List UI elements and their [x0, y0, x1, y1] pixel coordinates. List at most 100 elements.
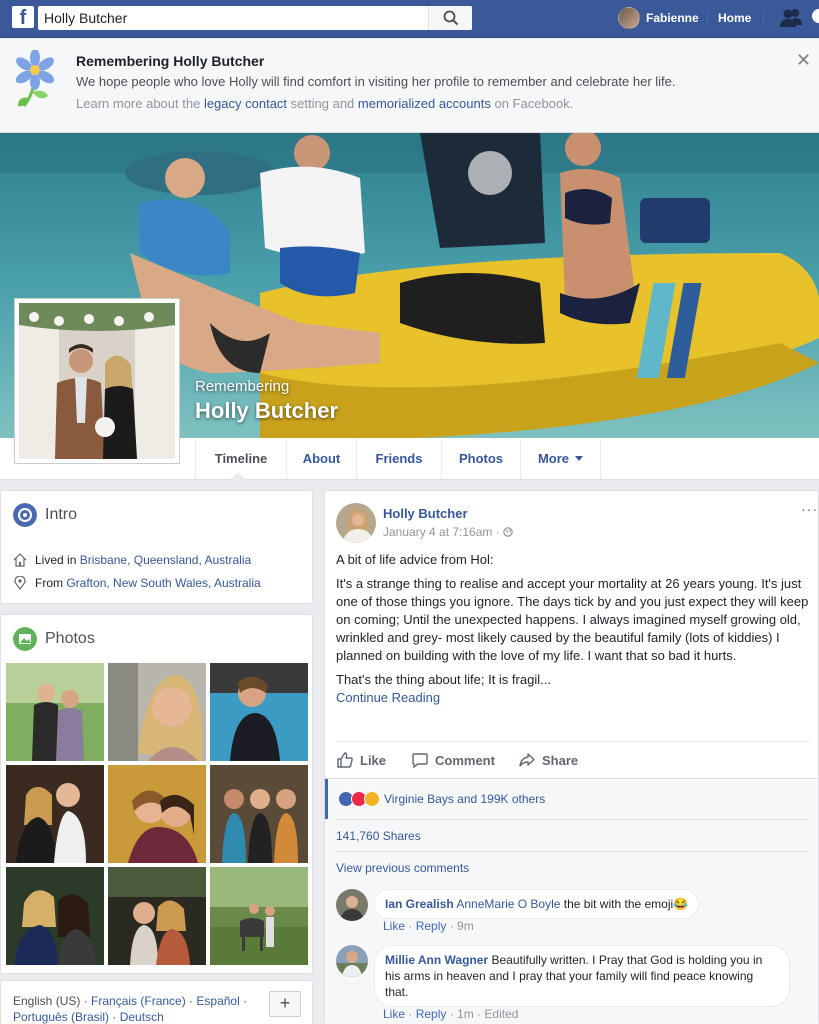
comment-reply-link[interactable]: Reply	[416, 1007, 447, 1021]
divider	[707, 10, 708, 26]
photo-thumbnail[interactable]	[210, 867, 308, 965]
view-previous-comments-link[interactable]: View previous comments	[336, 861, 469, 875]
avatar[interactable]	[336, 945, 368, 977]
comment-bubble: Ian Grealish AnneMarie O Boyle the bit w…	[374, 889, 700, 919]
shares-count-link[interactable]: 141,760 Shares	[336, 829, 421, 843]
commenter-name-link[interactable]: Ian Grealish	[385, 897, 454, 911]
learn-suffix: on Facebook.	[494, 96, 574, 111]
memorialized-accounts-link[interactable]: memorialized accounts	[358, 96, 491, 111]
language-link[interactable]: Français (France)	[91, 994, 186, 1008]
comment-edited-label[interactable]: Edited	[484, 1007, 518, 1021]
comment-like-link[interactable]: Like	[383, 1007, 405, 1021]
comment-button[interactable]: Comment	[411, 742, 495, 778]
comment-meta: Like · Reply · 1m · Edited	[383, 1007, 519, 1021]
photos-title: Photos	[45, 630, 95, 647]
photo-thumbnail[interactable]	[6, 867, 104, 965]
search-input[interactable]	[44, 9, 424, 27]
avatar[interactable]	[336, 889, 368, 921]
add-language-button[interactable]: +	[269, 991, 301, 1017]
legacy-contact-link[interactable]: legacy contact	[204, 96, 287, 111]
from-place-link[interactable]: Grafton, New South Wales, Australia	[66, 576, 260, 590]
account-menu-icon[interactable]	[812, 9, 819, 23]
friend-requests-icon[interactable]	[779, 8, 803, 28]
close-icon[interactable]: ✕	[796, 51, 811, 69]
comment-bubble: Millie Ann Wagner Beautifully written. I…	[374, 945, 790, 1007]
flower-icon	[15, 50, 55, 107]
photo-thumbnail[interactable]	[6, 765, 104, 863]
home-link[interactable]: Home	[718, 11, 751, 25]
profile-link[interactable]: Fabienne	[618, 6, 699, 30]
like-label: Like	[360, 752, 387, 768]
post-time-text: January 4 at 7:16am	[383, 525, 493, 539]
language-link[interactable]: Português (Brasil)	[13, 1010, 109, 1024]
profile-name: Fabienne	[646, 11, 699, 25]
profile-picture[interactable]	[14, 298, 180, 464]
comment-text: the bit with the emoji😂	[563, 897, 689, 911]
memorial-title: Remembering Holly Butcher	[76, 53, 265, 69]
intro-title: Intro	[45, 506, 78, 523]
post-author-link[interactable]: Holly Butcher	[383, 506, 468, 521]
photo-thumbnail[interactable]	[108, 867, 206, 965]
post-timestamp[interactable]: January 4 at 7:16am ·	[383, 525, 513, 539]
comment-time[interactable]: 1m	[457, 1007, 474, 1021]
search-button[interactable]	[428, 6, 472, 30]
photo-icon	[13, 627, 37, 651]
share-label: Share	[542, 752, 579, 768]
photo-thumbnail[interactable]	[108, 765, 206, 863]
comment-item: Millie Ann Wagner Beautifully written. I…	[336, 945, 806, 1024]
reactions-summary[interactable]: Virginie Bays and 199K others	[338, 791, 545, 807]
photo-grid	[6, 663, 309, 965]
language-card: English (US) · Français (France) · Españ…	[0, 980, 313, 1024]
post-paragraph: It's a strange thing to realise and acce…	[336, 576, 809, 663]
language-link[interactable]: Español	[196, 994, 239, 1008]
lived-place-link[interactable]: Brisbane, Queensland, Australia	[80, 553, 251, 567]
photos-header[interactable]: Photos	[13, 627, 95, 651]
remembering-label: Remembering	[195, 378, 290, 395]
search-box[interactable]	[38, 6, 472, 30]
from-row: From Grafton, New South Wales, Australia	[13, 576, 261, 590]
post-truncated-line: That's the thing about life; It is fragi…	[336, 672, 551, 687]
comment-time[interactable]: 9m	[457, 919, 474, 933]
photo-thumbnail[interactable]	[108, 663, 206, 761]
profile-picture-image	[19, 303, 175, 459]
location-pin-icon	[14, 576, 26, 590]
comment-like-link[interactable]: Like	[383, 919, 405, 933]
tagged-person-link[interactable]: AnneMarie O Boyle	[456, 897, 560, 911]
tab-more-label: More	[537, 451, 570, 466]
tab-friends[interactable]: Friends	[356, 438, 441, 479]
continue-reading-link[interactable]: Continue Reading	[336, 689, 810, 707]
memorial-message: We hope people who love Holly will find …	[76, 74, 676, 89]
photos-card: Photos	[0, 614, 313, 974]
divider	[336, 851, 808, 852]
lived-in-row: Lived in Brisbane, Queensland, Australia	[13, 553, 251, 567]
photo-thumbnail[interactable]	[210, 663, 308, 761]
tab-more[interactable]: More	[520, 438, 601, 479]
learn-prefix: Learn more about the	[76, 96, 201, 111]
sad-reaction-icon	[364, 791, 380, 807]
post-feedback-area: Virginie Bays and 199K others 141,760 Sh…	[325, 778, 818, 1024]
comment-reply-link[interactable]: Reply	[416, 919, 447, 933]
commenter-name-link[interactable]: Millie Ann Wagner	[385, 953, 488, 967]
share-button[interactable]: Share	[518, 742, 578, 778]
timeline-post: Holly Butcher January 4 at 7:16am · ··· …	[324, 490, 819, 1024]
active-tab-indicator	[230, 472, 246, 480]
post-options-icon[interactable]: ···	[801, 501, 818, 517]
photo-thumbnail[interactable]	[6, 663, 104, 761]
like-button[interactable]: Like	[336, 742, 386, 778]
reactions-count: Virginie Bays and 199K others	[384, 792, 546, 806]
reactions-row: Virginie Bays and 199K others	[325, 779, 818, 819]
caret-down-icon	[575, 456, 584, 461]
profile-name-heading[interactable]: Holly Butcher	[195, 398, 338, 424]
post-intro-line: A bit of life advice from Hol:	[336, 552, 494, 567]
lived-prefix: Lived in	[35, 553, 77, 567]
photo-thumbnail[interactable]	[210, 765, 308, 863]
language-link[interactable]: Deutsch	[120, 1010, 164, 1024]
post-actions: Like Comment Share	[336, 741, 810, 777]
tab-photos[interactable]: Photos	[441, 438, 520, 479]
language-list: English (US) · Français (France) · Españ…	[13, 994, 248, 1024]
facebook-logo-icon[interactable]: f	[12, 6, 34, 28]
language-current: English (US)	[13, 994, 81, 1008]
tab-about[interactable]: About	[286, 438, 356, 479]
avatar[interactable]	[336, 503, 376, 543]
intro-header: Intro	[13, 503, 77, 527]
